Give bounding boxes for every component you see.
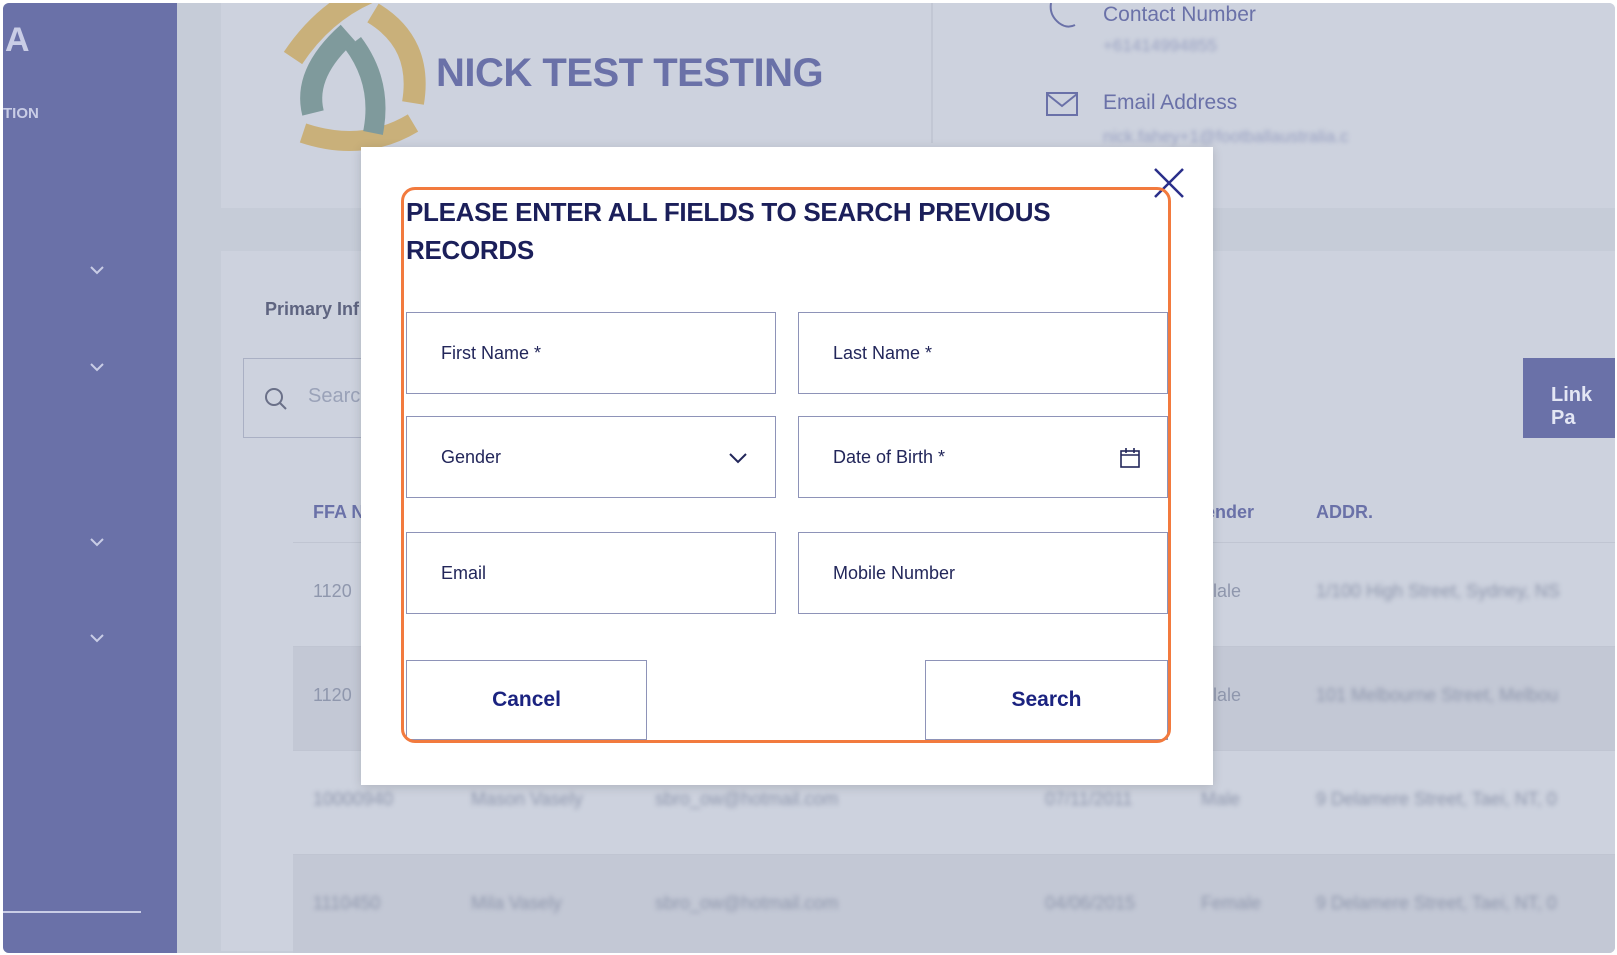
table-cell: 04/06/2015 [1045,893,1136,913]
sidebar: A TION [3,3,177,953]
email-label: Email [441,563,487,583]
search-icon [265,388,287,410]
mobile-number-field[interactable]: Mobile Number [798,532,1168,614]
table-cell: 1110450 [313,893,381,913]
chevron-down-icon [729,453,747,464]
cancel-button[interactable]: Cancel [406,660,647,740]
calendar-icon[interactable] [1119,447,1141,469]
date-of-birth-label: Date of Birth * [833,447,946,467]
club-logo [283,3,426,151]
mail-icon [1046,92,1078,116]
email-field[interactable]: Email [406,532,776,614]
gender-label: Gender [441,447,502,467]
date-of-birth-field[interactable]: Date of Birth * [798,416,1168,498]
table-cell: Mason Vasely [471,789,583,809]
sidebar-subtitle: TION [3,105,39,122]
gender-select[interactable]: Gender [406,416,776,498]
contact-number-value: +61414994855 [1103,36,1217,55]
link-participant-button[interactable]: Link Pa [1523,358,1615,438]
phone-icon [1049,3,1076,28]
table-cell: 07/11/2011 [1045,789,1133,809]
email-address-value: nick.fahey+1@footballaustralia.c [1103,127,1349,146]
table-cell: Female [1201,893,1262,913]
chevron-down-icon[interactable] [89,534,105,550]
chevron-down-icon[interactable] [89,262,105,278]
table-cell: lale [1213,685,1242,705]
mobile-number-label: Mobile Number [833,563,956,583]
sidebar-logo: A [5,21,31,59]
tab-primary-info[interactable]: Primary Inf [265,299,359,320]
column-header-address: ADDR. [1316,502,1373,522]
table-cell: 9 Delamere Street, Taei, NT, 0 [1316,789,1557,809]
table-cell: 1120 [313,581,352,601]
modal-title: PLEASE ENTER ALL FIELDS TO SEARCH PREVIO… [406,197,1051,265]
last-name-label: Last Name * [833,343,933,363]
chevron-down-icon[interactable] [89,630,105,646]
table-cell: 101 Melbourne Street, Melbou [1316,685,1559,705]
sidebar-divider [3,911,141,913]
chevron-down-icon[interactable] [89,359,105,375]
first-name-label: First Name * [441,343,542,363]
club-name: NICK TEST TESTING [436,51,824,95]
table-cell: 1/100 High Street, Sydney, NS [1316,581,1560,601]
table-cell: sbro_ow@hotmail.com [655,893,839,913]
app-frame: A TION NICK TEST TESTING Contact Number … [3,3,1615,953]
table-cell: 1120 [313,685,352,705]
table-cell: lale [1213,581,1242,601]
table-row[interactable]: 1110450 Mila Vasely sbro_ow@hotmail.com … [293,854,1615,953]
contact-number-label: Contact Number [1103,3,1256,26]
search-button[interactable]: Search [925,660,1168,740]
header-divider [931,3,933,143]
table-cell: 9 Delamere Street, Taei, NT, 0 [1316,893,1557,913]
search-placeholder: Searc [308,385,361,407]
email-address-label: Email Address [1103,91,1238,114]
column-header-ffa: FFA N [313,502,365,522]
table-cell: sbro_ow@hotmail.com [655,789,839,809]
last-name-field[interactable]: Last Name * [798,312,1168,394]
table-cell: Mila Vasely [471,893,562,913]
first-name-field[interactable]: First Name * [406,312,776,394]
close-icon[interactable] [1151,165,1187,201]
table-cell: Male [1201,789,1241,809]
table-cell: 10000940 [313,789,394,809]
